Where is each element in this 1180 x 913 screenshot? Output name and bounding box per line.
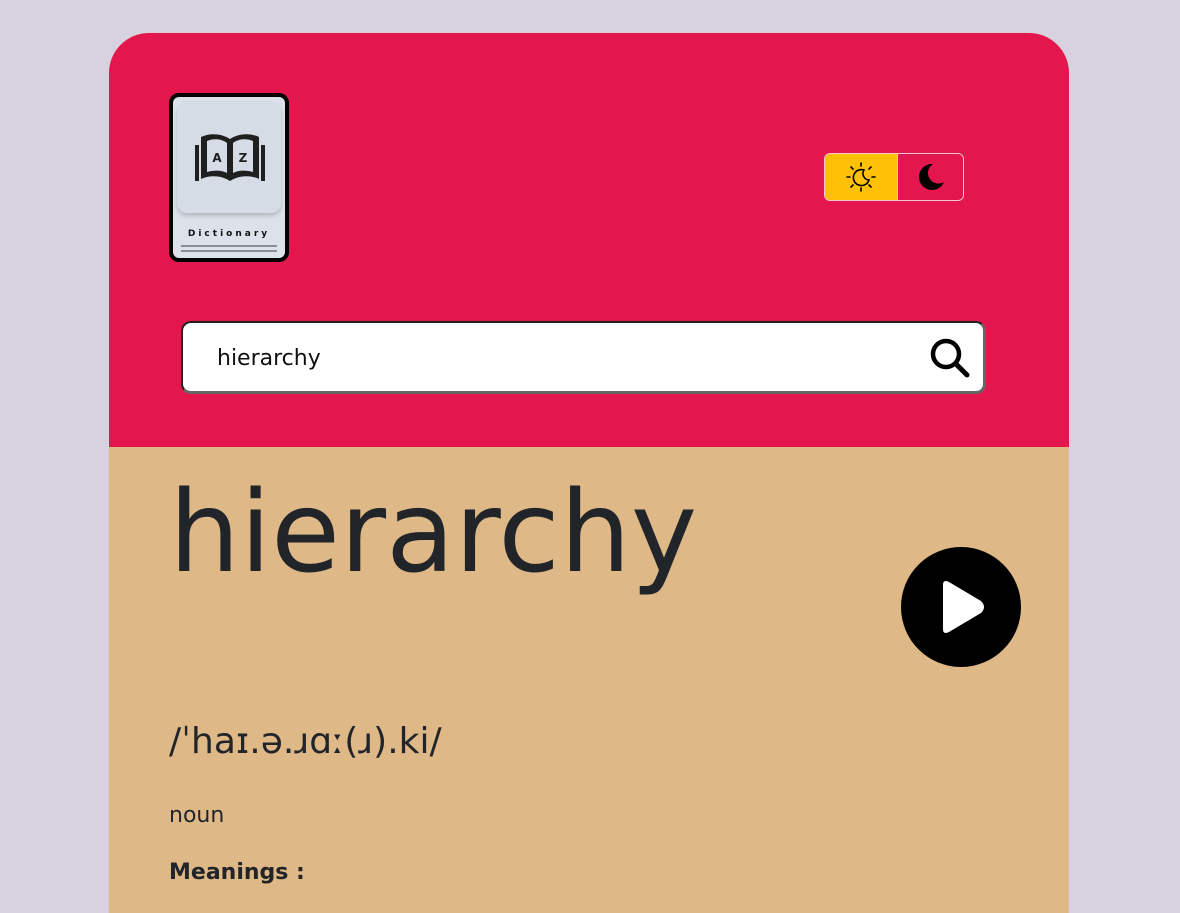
search-input[interactable]: [215, 337, 899, 379]
theme-toggle: [824, 153, 964, 201]
dictionary-card: A Z Dictionary hierarchy hierarchy /ˈhaɪ…: [109, 33, 1069, 913]
book-icon: A Z: [195, 134, 265, 181]
header: A Z Dictionary: [109, 33, 1069, 447]
search-icon: [930, 338, 970, 378]
part-of-speech: noun: [169, 803, 225, 828]
light-mode-button[interactable]: [825, 154, 897, 200]
logo-tile: A Z: [177, 101, 281, 213]
logo-fine-print: [181, 250, 277, 252]
svg-text:Z: Z: [239, 151, 248, 165]
moon-icon: [918, 163, 944, 190]
play-icon: [943, 581, 984, 633]
word-title: hierarchy: [169, 468, 698, 598]
phonetic-text: /ˈhaɪ.ə.ɹɑː(ɹ).ki/: [169, 721, 442, 762]
meanings-heading: Meanings :: [169, 860, 305, 885]
svg-text:A: A: [212, 151, 222, 165]
dark-mode-button[interactable]: [897, 154, 963, 200]
app-logo: A Z Dictionary: [169, 93, 289, 262]
sun-moon-icon: [846, 162, 876, 192]
play-pronunciation-button[interactable]: [901, 547, 1021, 667]
logo-name: Dictionary: [187, 229, 271, 239]
search-bar: [181, 321, 986, 394]
search-button[interactable]: [927, 335, 973, 381]
logo-fine-print: [181, 245, 277, 247]
